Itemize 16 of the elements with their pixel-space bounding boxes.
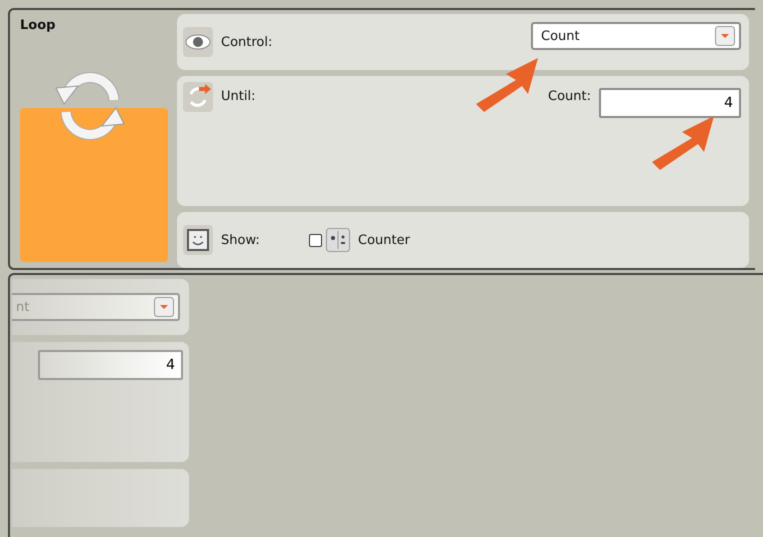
count-field[interactable]: 4: [599, 88, 741, 118]
caret-icon: [715, 26, 735, 46]
show-label: Show:: [221, 232, 261, 248]
display-icon: [183, 225, 213, 255]
loop-exit-icon: [183, 82, 213, 112]
faded-count-field[interactable]: 4: [38, 350, 183, 380]
control-dropdown[interactable]: Count: [531, 22, 741, 50]
count-label: Count:: [548, 89, 591, 104]
counter-label: Counter: [358, 232, 410, 248]
until-label: Until:: [221, 89, 256, 104]
counter-checkbox[interactable]: [309, 234, 322, 246]
eye-icon: [183, 27, 213, 57]
control-label: Control:: [221, 34, 272, 50]
counter-icon: [326, 228, 350, 252]
block-title: Loop: [20, 18, 56, 33]
caret-icon: [154, 297, 174, 317]
